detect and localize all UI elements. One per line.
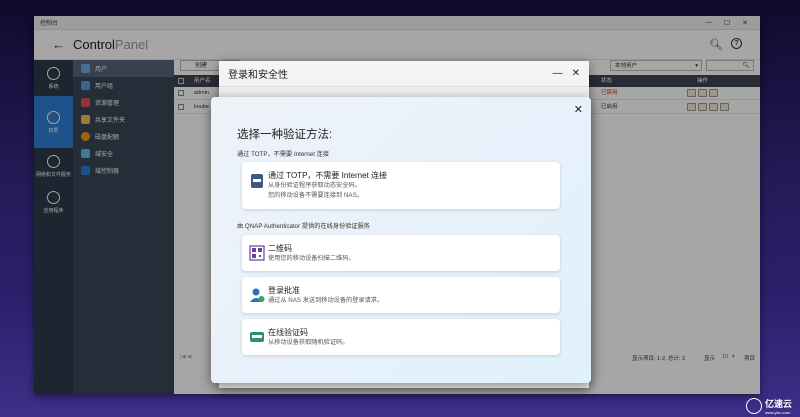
dialog-title: 选择一种验证方法: <box>237 129 333 141</box>
option-login-approval[interactable]: 登录批准 通过从 NAS 发送到移动设备的登录请求。 <box>242 277 560 313</box>
code-icon <box>250 332 264 342</box>
close-icon[interactable]: ✕ <box>572 68 580 79</box>
authenticator-icon <box>251 174 263 188</box>
section-label: 由 QNAP Authenticator 提供的在线身份验证服务 <box>237 223 370 230</box>
qrcode-icon <box>249 245 265 261</box>
option-qrcode[interactable]: 二维码 使用您的移动设备扫描二维码。 <box>242 235 560 271</box>
watermark: 亿速云 www.yisu.com <box>745 397 792 415</box>
option-totp[interactable]: 通过 TOTP，不需要 Internet 连接 从身份验证程序获取动态安全码。 … <box>242 162 560 209</box>
dialog-title: 登录和安全性 <box>228 70 288 81</box>
close-icon[interactable]: ✕ <box>574 103 583 116</box>
option-online-code[interactable]: 在线验证码 从移动设备获取随机验证码。 <box>242 319 560 355</box>
verification-method-dialog: ✕ 选择一种验证方法: 通过 TOTP，不需要 Internet 连接 通过 T… <box>211 97 591 383</box>
minimize-icon[interactable]: — <box>553 68 563 79</box>
section-label: 通过 TOTP，不需要 Internet 连接 <box>237 151 330 158</box>
watermark-logo-icon <box>745 398 762 414</box>
user-approve-icon <box>250 288 265 302</box>
